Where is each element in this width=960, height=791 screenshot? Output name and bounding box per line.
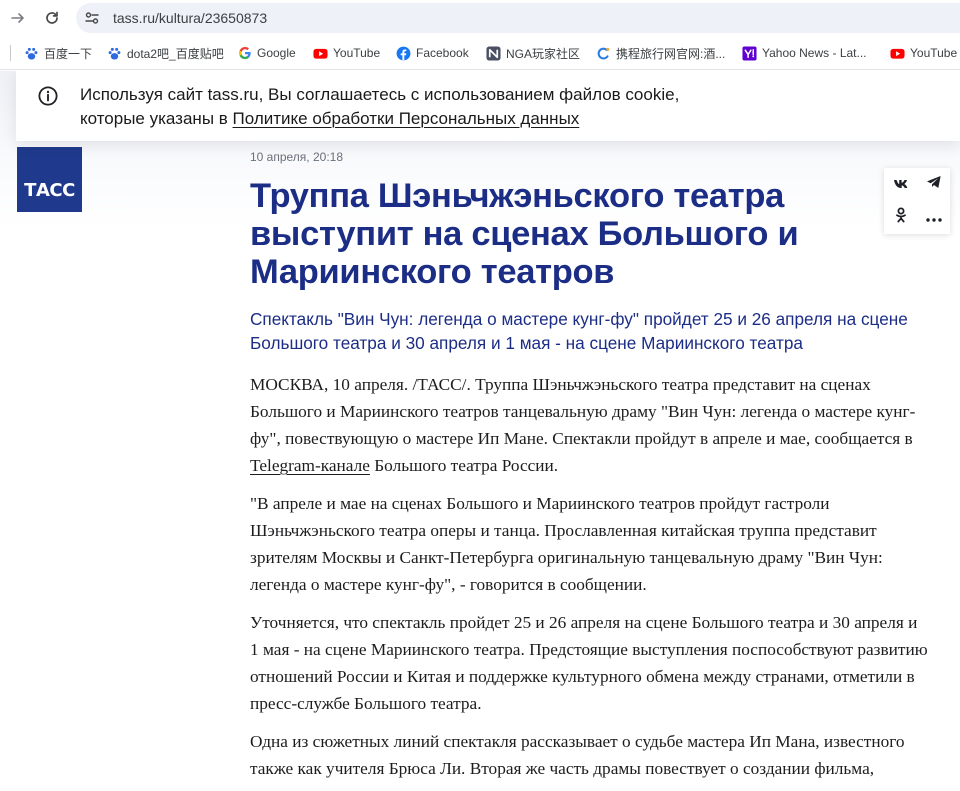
share-odnoklassniki-button[interactable] [884, 201, 917, 234]
vk-icon [893, 176, 909, 194]
address-bar[interactable]: tass.ru/kultura/23650873 [76, 3, 960, 33]
bookmark-youtube[interactable]: YouTube [313, 45, 380, 61]
bookmark-ctrip[interactable]: 携程旅行网官网:酒... [596, 45, 725, 61]
article-paragraph: Одна из сюжетных линий спектакля рассказ… [250, 732, 905, 791]
ctrip-icon [596, 46, 611, 61]
share-more-button[interactable] [917, 201, 950, 234]
forward-arrow-icon[interactable] [6, 6, 30, 30]
baidu-paw-icon [24, 46, 39, 61]
bookmark-facebook[interactable]: Facebook [396, 45, 469, 61]
bookmark-baidu[interactable]: 百度一下 [24, 45, 92, 61]
bookmarks-divider [10, 45, 11, 61]
page-viewport: ТАСС 10 апреля, 20:18 Труппа Шэньчжэньск… [0, 71, 960, 791]
article-body: МОСКВА, 10 апреля. /ТАСС/. Труппа Шэньчж… [250, 371, 930, 791]
article-headline: Труппа Шэньчжэньского театра выступит на… [250, 177, 799, 291]
youtube-icon [890, 46, 905, 61]
article-paragraph: МОСКВА, 10 апреля. /ТАСС/. Труппа Шэньчж… [250, 375, 916, 475]
yahoo-icon [742, 45, 757, 61]
bookmark-yahoo-news[interactable]: Yahoo News - Lat... [742, 45, 867, 61]
browser-toolbar: tass.ru/kultura/23650873 [0, 0, 960, 36]
article-paragraph: Уточняется, что спектакль пройдет 25 и 2… [250, 613, 928, 713]
reload-icon[interactable] [40, 6, 64, 30]
article-date: 10 апреля, 20:18 [250, 150, 343, 164]
site-settings-icon[interactable] [84, 10, 100, 26]
youtube-icon [313, 46, 328, 61]
telegram-channel-link[interactable]: Telegram-канале [250, 456, 370, 475]
cookie-banner: Используя сайт tass.ru, Вы соглашаетесь … [16, 71, 960, 141]
bookmark-youtube-2[interactable]: YouTube [890, 45, 957, 61]
bookmark-google[interactable]: Google [237, 45, 296, 61]
share-vk-button[interactable] [884, 168, 917, 201]
article-subtitle: Спектакль "Вин Чун: легенда о мастере ку… [250, 309, 908, 353]
share-panel [884, 168, 950, 234]
tass-logo[interactable]: ТАСС [17, 147, 82, 212]
article-paragraph: "В апреле и мае на сценах Большого и Мар… [250, 494, 883, 594]
privacy-policy-link[interactable]: Политике обработки Персональных данных [233, 109, 580, 128]
bookmarks-bar: 百度一下 dota2吧_百度贴吧 Google YouTube Facebook… [0, 36, 960, 70]
nga-icon [486, 45, 501, 61]
facebook-icon [396, 46, 411, 61]
bookmark-dota2-tieba[interactable]: dota2吧_百度贴吧 [107, 45, 224, 61]
odnoklassniki-icon [895, 207, 907, 228]
url-text[interactable]: tass.ru/kultura/23650873 [113, 10, 267, 26]
info-icon [38, 86, 58, 106]
telegram-icon [926, 175, 942, 194]
more-icon [925, 209, 942, 227]
share-telegram-button[interactable] [917, 168, 950, 201]
google-g-icon [237, 46, 252, 61]
bookmark-nga[interactable]: NGA玩家社区 [486, 45, 580, 61]
cookie-message: Используя сайт tass.ru, Вы соглашаетесь … [80, 85, 680, 128]
baidu-paw-icon [107, 46, 122, 61]
